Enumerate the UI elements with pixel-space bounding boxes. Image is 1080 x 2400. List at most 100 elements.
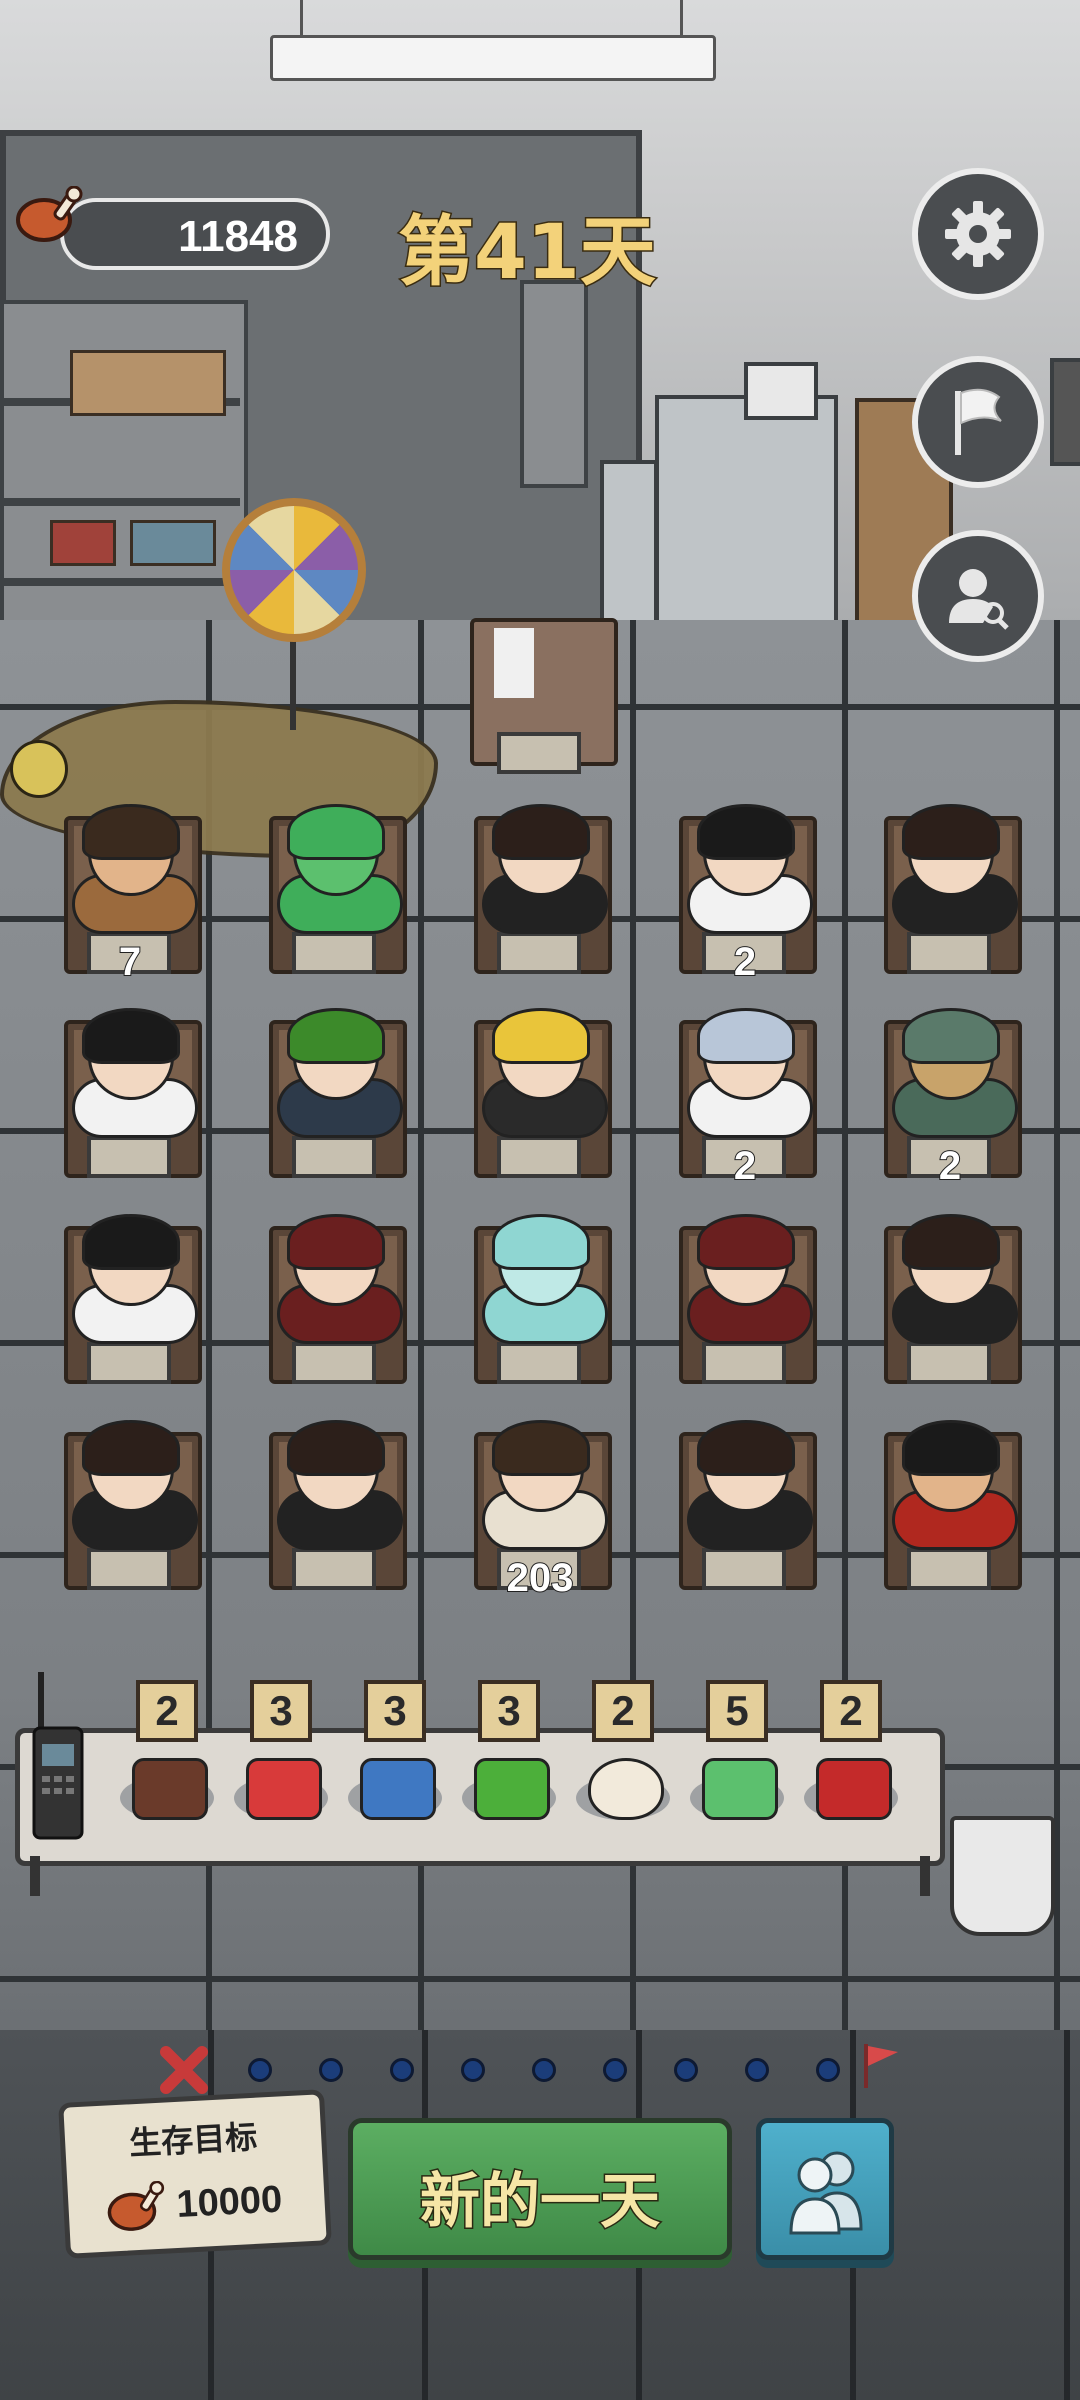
character-sunglasses-man — [872, 1420, 1028, 1550]
white-flag-icon — [955, 388, 1002, 455]
progress-dot — [603, 2058, 627, 2082]
people-button[interactable] — [756, 2118, 894, 2260]
character-masked-kid — [667, 804, 823, 934]
character-seat-bearded-man[interactable]: 7 — [42, 804, 218, 985]
character-silver-hair-girl — [667, 1008, 823, 1138]
item-raw-meat[interactable]: 2 — [804, 1680, 898, 1840]
desk-plaque — [292, 1342, 376, 1384]
item-count: 3 — [364, 1680, 426, 1742]
character-seat-ponytail-girl[interactable] — [657, 1420, 833, 1600]
progress-dot — [816, 2058, 840, 2082]
supply-box — [130, 520, 216, 566]
character-seat-ponytail-girl[interactable] — [862, 1214, 1038, 1394]
character-frog-creature — [257, 804, 413, 934]
supply-box — [50, 520, 116, 566]
character-seat-blonde-vampire[interactable] — [452, 1008, 628, 1188]
character-count: 2 — [938, 1143, 962, 1189]
item-egg[interactable]: 2 — [576, 1680, 670, 1840]
character-seat-watermelon-head[interactable] — [247, 1008, 423, 1188]
surrender-button[interactable] — [912, 356, 1044, 488]
search-person-button[interactable] — [912, 530, 1044, 662]
character-seat-frog-creature[interactable] — [247, 804, 423, 984]
character-seat-ponytail-girl[interactable] — [247, 1420, 423, 1600]
character-count: 203 — [506, 1555, 575, 1601]
meat-icon — [16, 186, 83, 242]
character-ponytail-girl — [872, 1214, 1028, 1344]
food-value: 11848 — [178, 212, 298, 261]
character-seat-red-hood-glasses[interactable] — [247, 1214, 423, 1394]
item-herb[interactable]: 3 — [462, 1680, 556, 1840]
character-ponytail-girl — [52, 1420, 208, 1550]
red-flag-icon — [864, 2044, 898, 2088]
raw-meat-icon — [816, 1758, 892, 1820]
desk-plaque — [907, 1342, 991, 1384]
progress-dot — [461, 2058, 485, 2082]
character-seat-robot[interactable]: 2 — [862, 1008, 1038, 1189]
item-count: 5 — [706, 1680, 768, 1742]
day-title: 第41天 — [397, 206, 658, 298]
desk-plaque — [292, 1136, 376, 1178]
table-legs — [30, 1856, 930, 1896]
item-count: 2 — [592, 1680, 654, 1742]
desk-plaque — [292, 1548, 376, 1590]
empty-desk[interactable] — [452, 608, 628, 784]
character-seat-black-hair-boy[interactable] — [42, 1008, 218, 1188]
progress-dot — [390, 2058, 414, 2082]
settings-button[interactable] — [912, 168, 1044, 300]
desk-plaque — [497, 932, 581, 974]
character-blonde-vampire — [462, 1008, 618, 1138]
lucky-wheel[interactable] — [222, 498, 366, 642]
character-seat-ponytail-girl[interactable] — [862, 804, 1038, 984]
food-counter: 11848 — [60, 198, 330, 270]
character-ponytail-girl — [872, 804, 1028, 934]
shelf-board — [0, 578, 240, 586]
desk-plaque — [87, 1342, 171, 1384]
character-seat-silver-hair-girl[interactable]: 2 — [657, 1008, 833, 1189]
person-search-icon — [949, 569, 1009, 630]
character-seat-smiling-girl[interactable] — [42, 1214, 218, 1394]
item-clothing[interactable]: 3 — [348, 1680, 442, 1840]
new-day-button[interactable]: 新的一天 — [348, 2118, 732, 2260]
character-seat-ponytail-girl[interactable] — [452, 804, 628, 984]
goal-label: 生存目标 — [128, 2117, 259, 2163]
character-seat-ancient-scholar[interactable]: 203 — [452, 1420, 628, 1601]
progress-dot — [248, 2058, 272, 2082]
walkie-talkie-icon[interactable] — [30, 1672, 86, 1842]
desk-plaque — [292, 932, 376, 974]
item-mushroom-plate[interactable]: 2 — [120, 1680, 214, 1840]
ceiling-lamp — [270, 35, 716, 81]
character-red-hood-glasses — [257, 1214, 413, 1344]
progress-dot — [319, 2058, 343, 2082]
character-black-hair-boy — [52, 1008, 208, 1138]
character-seat-sunglasses-man[interactable] — [862, 1420, 1038, 1600]
gear-icon — [945, 201, 1011, 267]
shelf-board — [0, 498, 240, 506]
meat-icon — [107, 2180, 165, 2231]
character-seat-cyan-fox[interactable] — [452, 1214, 628, 1394]
progress-dot — [532, 2058, 556, 2082]
desk-plaque — [702, 1548, 786, 1590]
survival-goal-card[interactable]: 生存目标 10000 — [58, 2089, 332, 2259]
clothing-icon — [360, 1758, 436, 1820]
desk-plaque — [497, 1136, 581, 1178]
character-ancient-scholar — [462, 1420, 618, 1550]
first-aid-kit — [744, 362, 818, 420]
item-count: 2 — [136, 1680, 198, 1742]
character-count: 2 — [733, 1143, 757, 1189]
character-seat-masked-kid[interactable]: 2 — [657, 804, 833, 985]
desk-plaque — [497, 732, 581, 774]
character-seat-red-hood-glasses[interactable] — [657, 1214, 833, 1394]
watermelon-icon — [246, 1758, 322, 1820]
item-watermelon[interactable]: 3 — [234, 1680, 328, 1840]
character-ponytail-girl — [667, 1420, 823, 1550]
bucket — [950, 1816, 1055, 1936]
character-watermelon-head — [257, 1008, 413, 1138]
herb-icon — [474, 1758, 550, 1820]
lamp-wire — [680, 0, 683, 38]
item-frog[interactable]: 5 — [690, 1680, 784, 1840]
item-count: 3 — [478, 1680, 540, 1742]
character-seat-ponytail-girl[interactable] — [42, 1420, 218, 1600]
desk-plaque — [907, 932, 991, 974]
wheel-stand — [290, 640, 296, 730]
day-progress — [148, 2040, 898, 2100]
